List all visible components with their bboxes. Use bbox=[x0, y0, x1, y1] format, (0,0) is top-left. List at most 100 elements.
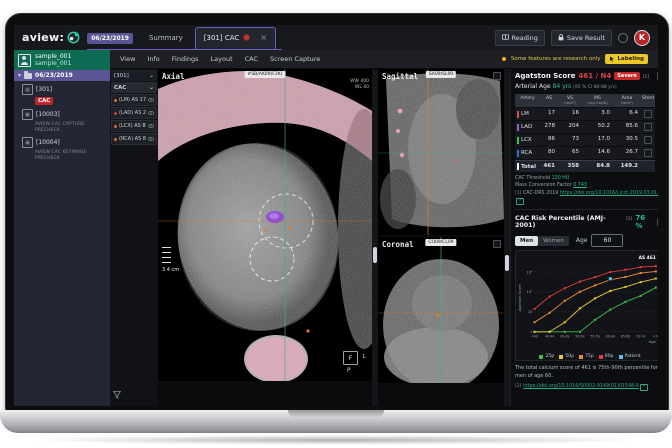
cac-threshold-value: 130 HU bbox=[552, 176, 570, 181]
cac-drs-reference-link[interactable]: https://doi.org/10.1016/j.jcct.2019.03.0… bbox=[560, 191, 658, 196]
chart-legend: 25p50p75p90pPatient bbox=[517, 354, 658, 359]
svg-text:65-69: 65-69 bbox=[621, 335, 630, 339]
cell-vs: 73 bbox=[558, 134, 582, 146]
finding-item-lad[interactable]: (LAD) AS 278 bbox=[111, 107, 157, 119]
cell-vs: 16 bbox=[558, 108, 582, 120]
study-date-row[interactable]: ▾ 06/23/2019 bbox=[14, 70, 110, 81]
series-item-10003[interactable]: ▣ [10003] AVIEW CAC CAPTURE PRECHECK bbox=[22, 109, 107, 133]
coronal-checkbox[interactable] bbox=[493, 240, 501, 248]
unsaved-indicator-dot bbox=[243, 34, 250, 41]
save-result-button[interactable]: Save Result bbox=[551, 30, 612, 46]
folder-icon bbox=[24, 73, 32, 79]
agatston-section-checkbox[interactable] bbox=[657, 72, 658, 80]
tab-summary[interactable]: Summary bbox=[139, 29, 193, 49]
tab-cac[interactable]: [301] CAC × bbox=[195, 27, 276, 49]
women-toggle-button[interactable]: Women bbox=[538, 236, 569, 246]
findings-group-label: CAC bbox=[114, 85, 126, 91]
coronal-ct-image[interactable] bbox=[378, 237, 504, 383]
tab-cac-label: [301] CAC bbox=[204, 34, 240, 42]
eye-icon[interactable] bbox=[148, 98, 154, 102]
age-input[interactable] bbox=[591, 234, 623, 247]
reference-superscript: [1] bbox=[643, 75, 649, 80]
svg-text:1: 1 bbox=[530, 330, 532, 334]
patient-id: sample_001 bbox=[35, 53, 71, 60]
lock-icon bbox=[558, 34, 564, 41]
viewport-label-coronal: Coronal bbox=[382, 240, 414, 249]
percentile-reference-link[interactable]: https://doi.org/10.1016/S0002-9149(01)01… bbox=[523, 384, 639, 389]
reading-button[interactable]: Reading bbox=[495, 30, 545, 46]
patient-item[interactable]: sample_001 sample_001 bbox=[14, 50, 110, 70]
orientation-marker: F L P bbox=[343, 351, 358, 365]
slider-handle[interactable] bbox=[505, 255, 509, 271]
stent-checkbox-rca[interactable] bbox=[641, 147, 655, 159]
mass-factor-value[interactable]: 0.743 bbox=[573, 183, 587, 188]
svg-text:45-49: 45-49 bbox=[560, 335, 569, 339]
tab-date-chip[interactable]: 06/23/2019 bbox=[87, 33, 133, 44]
finding-label: (RCA) AS 80 bbox=[119, 136, 146, 142]
cell-as: 17 bbox=[540, 108, 558, 120]
menu-view[interactable]: View bbox=[120, 55, 135, 63]
finding-item-rca[interactable]: (RCA) AS 80 bbox=[111, 133, 157, 145]
series-icon: ▦ bbox=[22, 84, 33, 95]
eye-icon[interactable] bbox=[148, 111, 154, 115]
stent-checkbox-lm[interactable] bbox=[641, 108, 655, 120]
external-link-icon[interactable]: ↗ bbox=[516, 198, 524, 205]
sagittal-ct-image[interactable] bbox=[378, 69, 504, 235]
patient-name: sample_001 bbox=[35, 60, 71, 67]
finding-item-lcx[interactable]: (LCX) AS 86 bbox=[111, 120, 157, 132]
axial-ct-image[interactable] bbox=[158, 69, 372, 381]
cell-total-stent bbox=[641, 160, 655, 172]
series-item-10004[interactable]: ▣ [10004] AVIEW CAC KEYIMAGE PRECHECK bbox=[22, 137, 107, 161]
eye-icon[interactable] bbox=[148, 124, 154, 128]
external-link-icon[interactable]: ↗ bbox=[640, 384, 648, 391]
stent-checkbox-lcx[interactable] bbox=[641, 134, 655, 146]
eye-icon[interactable] bbox=[148, 137, 154, 141]
svg-text:>74: >74 bbox=[652, 335, 658, 339]
slider-handle[interactable] bbox=[373, 247, 377, 263]
menu-findings[interactable]: Findings bbox=[172, 55, 199, 63]
menu-layout[interactable]: Layout bbox=[211, 55, 233, 63]
agatston-table: Artery AS VS(mm³) MS(mg CaHA) Area(mm²) … bbox=[515, 94, 658, 172]
cac-analysis-panel: Agatston Score 461 / N4 Severe [1] Arter… bbox=[510, 69, 658, 406]
svg-text:10³: 10³ bbox=[526, 271, 533, 275]
men-toggle-button[interactable]: Men bbox=[515, 236, 538, 246]
status-dot bbox=[114, 138, 117, 141]
sagittal-checkbox[interactable] bbox=[493, 72, 501, 80]
axial-viewport[interactable]: Axial #SB/AK09(F2K) WW 400WL 40 3.4 cm F… bbox=[158, 69, 372, 381]
percentile-reference: [2] https://doi.org/10.1016/S0002-9149(0… bbox=[515, 383, 658, 391]
svg-text:Age: Age bbox=[649, 340, 656, 344]
series-item-301[interactable]: ▦ [301] CAC bbox=[22, 84, 107, 105]
viewport-label-sagittal: Sagittal bbox=[382, 72, 418, 81]
sagittal-viewport[interactable]: Sagittal SA09/SL09 bbox=[378, 69, 504, 235]
menu-screen-capture[interactable]: Screen Capture bbox=[270, 55, 320, 63]
labeling-button[interactable]: Labeling bbox=[605, 54, 648, 64]
settings-icon[interactable] bbox=[618, 33, 628, 43]
sagittal-scroll-slider[interactable] bbox=[504, 69, 510, 406]
axial-series-tag: #SB/AK09(F2K) bbox=[245, 71, 286, 78]
status-dot bbox=[114, 125, 117, 128]
finding-label: (LM) AS 17 bbox=[119, 97, 146, 103]
legend-item: 25p bbox=[539, 354, 554, 359]
findings-series-label: [301] bbox=[114, 73, 129, 79]
arterial-age-row: Arterial Age 84 yrs (95 % CI 80-88 yrs) bbox=[515, 83, 658, 90]
findings-series-select[interactable]: [301] ⌄ bbox=[111, 70, 157, 81]
user-avatar[interactable]: K bbox=[634, 30, 650, 46]
svg-text:Agatston Score: Agatston Score bbox=[518, 285, 522, 312]
logo-icon bbox=[67, 31, 80, 44]
menu-cac[interactable]: CAC bbox=[245, 55, 258, 63]
legend-item: Patient bbox=[619, 354, 641, 359]
col-header-vs: VS(mm³) bbox=[558, 94, 582, 107]
finding-label: (LAD) AS 278 bbox=[119, 110, 146, 116]
orientation-p: P bbox=[347, 367, 351, 374]
stent-checkbox-lad[interactable] bbox=[641, 121, 655, 133]
logo-text: aview: bbox=[22, 31, 64, 44]
chevron-down-icon: ⌄ bbox=[149, 72, 154, 79]
filter-funnel-icon[interactable] bbox=[111, 382, 157, 405]
findings-group-cac[interactable]: CAC ⌄ bbox=[111, 82, 157, 93]
cell-as: 86 bbox=[540, 134, 558, 146]
tab-close-icon[interactable]: × bbox=[260, 33, 267, 42]
coronal-viewport[interactable]: Coronal CO09/CL09 bbox=[378, 237, 504, 383]
menu-info[interactable]: Info bbox=[147, 55, 159, 63]
finding-item-lm[interactable]: (LM) AS 17 bbox=[111, 94, 157, 106]
percentile-section-checkbox[interactable] bbox=[657, 218, 658, 226]
